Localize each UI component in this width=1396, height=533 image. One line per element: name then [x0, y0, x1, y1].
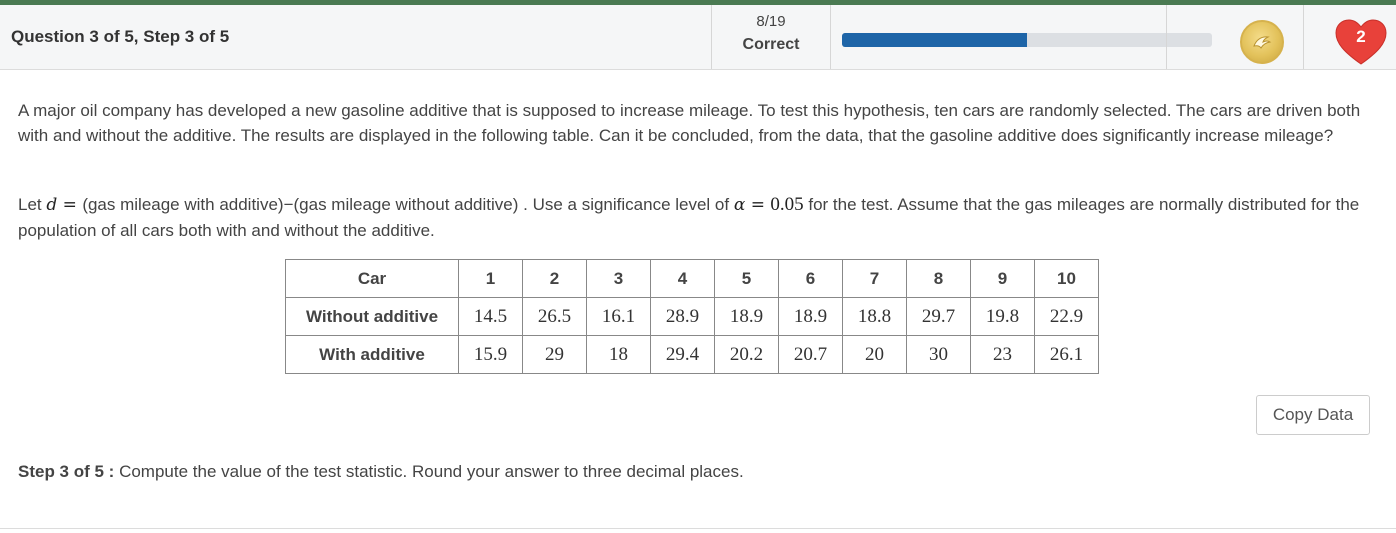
score-box: 8/19 Correct: [711, 5, 831, 69]
table-cell: 9: [970, 259, 1035, 298]
table-cell: 6: [778, 259, 843, 298]
table-cell: 4: [650, 259, 715, 298]
let-prefix: Let: [18, 195, 47, 214]
score-fraction: 8/19: [756, 13, 786, 30]
row-label-without-additive: Without additive: [285, 297, 459, 336]
question-header: Question 3 of 5, Step 3 of 5 8/19 Correc…: [0, 5, 1396, 70]
table-cell: 28.9: [650, 297, 715, 336]
table-cell: 10: [1034, 259, 1099, 298]
table-cell: 29: [522, 335, 587, 374]
table-cell: 18.9: [778, 297, 843, 336]
table-cell: 18.9: [714, 297, 779, 336]
table-row: With additive 15.9 29 18 29.4 20.2 20.7 …: [285, 335, 1099, 374]
table-header-row: Car 1 2 3 4 5 6 7 8 9 10: [285, 259, 1099, 298]
table-cell: 26.5: [522, 297, 587, 336]
table-cell: 5: [714, 259, 779, 298]
divider: [1166, 5, 1167, 69]
table-row: Without additive 14.5 26.5 16.1 28.9 18.…: [285, 297, 1099, 336]
d-definition: (gas mileage with additive)−(gas mileage…: [82, 195, 734, 214]
step-label: Step 3 of 5 :: [18, 462, 120, 481]
variable-d: d: [46, 195, 58, 215]
table-cell: 29.4: [650, 335, 715, 374]
table-cell: 15.9: [458, 335, 523, 374]
coin-icon[interactable]: [1240, 20, 1284, 64]
table-cell: 3: [586, 259, 651, 298]
copy-data-button[interactable]: Copy Data: [1256, 395, 1370, 435]
table-cell: 18: [586, 335, 651, 374]
table-cell: 1: [458, 259, 523, 298]
alpha-equals: =: [745, 195, 771, 215]
table-cell: 26.1: [1034, 335, 1099, 374]
divider: [0, 528, 1396, 529]
step-text: Compute the value of the test statistic.…: [119, 462, 744, 481]
table-cell: 20: [842, 335, 907, 374]
hearts-count: 2: [1356, 27, 1366, 46]
table-cell: 20.2: [714, 335, 779, 374]
divider: [1303, 5, 1304, 69]
table-cell: 22.9: [1034, 297, 1099, 336]
alpha-symbol: α: [733, 195, 746, 215]
progress-fill: [842, 33, 1027, 47]
table-cell: 18.8: [842, 297, 907, 336]
progress-bar: [842, 33, 1212, 47]
table-header-label: Car: [285, 259, 459, 298]
row-label-with-additive: With additive: [285, 335, 459, 374]
score-status: Correct: [742, 36, 800, 53]
table-cell: 2: [522, 259, 587, 298]
table-cell: 19.8: [970, 297, 1035, 336]
alpha-value: 0.05: [770, 194, 804, 215]
data-table: Car 1 2 3 4 5 6 7 8 9 10 Without additiv…: [285, 259, 1099, 374]
table-cell: 23: [970, 335, 1035, 374]
table-cell: 14.5: [458, 297, 523, 336]
table-cell: 29.7: [906, 297, 971, 336]
coin-emblem-icon: [1253, 36, 1272, 49]
table-cell: 7: [842, 259, 907, 298]
table-cell: 16.1: [586, 297, 651, 336]
problem-intro: A major oil company has developed a new …: [18, 101, 1361, 145]
equals-sign: =: [57, 195, 83, 215]
step-instruction: Step 3 of 5 : Compute the value of the t…: [18, 462, 744, 482]
table-cell: 30: [906, 335, 971, 374]
problem-definition: Let d = (gas mileage with additive)−(gas…: [18, 192, 1378, 243]
question-title: Question 3 of 5, Step 3 of 5: [11, 27, 230, 46]
table-cell: 8: [906, 259, 971, 298]
table-cell: 20.7: [778, 335, 843, 374]
